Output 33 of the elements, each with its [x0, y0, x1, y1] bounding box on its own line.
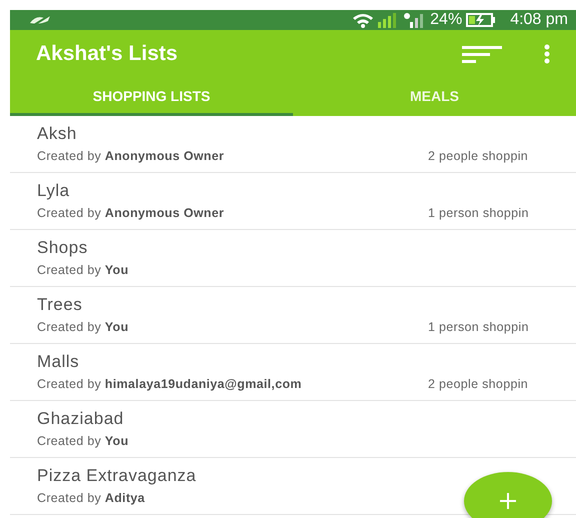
battery-charging-icon [466, 13, 496, 27]
shoppers-count: 1 person shoppin [428, 320, 530, 334]
shoppers-count: 1 person shoppin [428, 206, 530, 220]
creator-text: Created by You [37, 263, 129, 277]
list-name: Trees [37, 295, 84, 315]
app-title: Akshat's Lists [36, 42, 179, 66]
clock: 4:08 pm [510, 11, 568, 29]
creator-text: Created by himalaya19udaniya@gmail,com [37, 377, 302, 391]
list-item[interactable]: Shops Created by You [10, 230, 576, 287]
plus-icon [499, 492, 517, 510]
list-name: Aksh [37, 124, 78, 144]
shoppers-count: 2 people shoppin [428, 149, 530, 163]
list-name: Shops [37, 238, 89, 258]
list-item[interactable]: Ghaziabad Created by You [10, 401, 576, 458]
list-name: Lyla [37, 181, 71, 201]
creator-text: Created by You [37, 320, 129, 334]
creator-text: Created by Anonymous Owner [37, 149, 224, 163]
list-item[interactable]: Aksh Created by Anonymous Owner 2 people shoppin [10, 116, 576, 173]
creator-text: Created by Anonymous Owner [37, 206, 224, 220]
creator-text: Created by Aditya [37, 491, 145, 505]
sort-icon[interactable] [462, 44, 502, 64]
shoppers-count: 2 people shoppin [428, 377, 530, 391]
list-item[interactable]: Lyla Created by Anonymous Owner 1 person shoppin [10, 173, 576, 230]
list-name: Ghaziabad [37, 409, 125, 429]
wifi-icon [352, 12, 374, 28]
battery-percent: 24% [430, 11, 462, 29]
list-item[interactable]: Malls Created by himalaya19udaniya@gmail,com 2 people shoppin [10, 344, 576, 401]
list-name: Malls [37, 352, 80, 372]
add-button[interactable] [464, 472, 552, 518]
list-name: Pizza Extravaganza [37, 466, 198, 486]
more-options-icon[interactable] [544, 44, 550, 64]
creator-text: Created by You [37, 434, 129, 448]
list-item[interactable]: Trees Created by You 1 person shoppin [10, 287, 576, 344]
